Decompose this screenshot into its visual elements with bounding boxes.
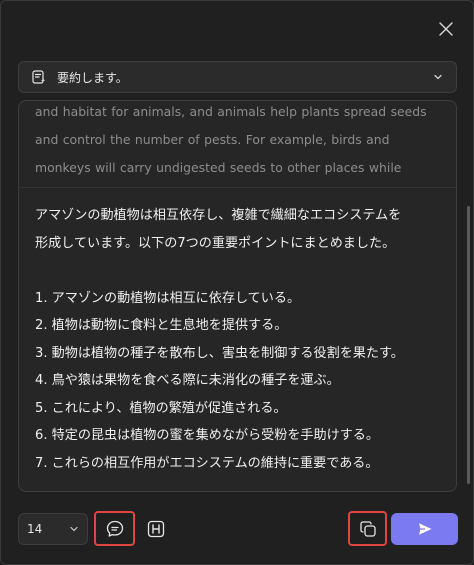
summary-point: 6. 特定の昆虫は植物の蜜を集めながら受粉を手助けする。 bbox=[35, 428, 379, 443]
summary-intro-line: 形成しています。以下の7つの重要ポイントにまとめました。 bbox=[35, 235, 396, 251]
summary-dialog: 要約します。 and habitat for animals, and anim… bbox=[0, 0, 474, 565]
font-size-value: 14 bbox=[27, 522, 43, 536]
summary-intro-line: アマゾンの動植物は相互依存し、複雑で繊細なエコシステムを bbox=[35, 208, 402, 223]
font-size-select[interactable]: 14 bbox=[18, 513, 88, 545]
summary-point: 1. アマゾンの動植物は相互に依存している。 bbox=[35, 290, 301, 306]
content-panel: and habitat for animals, and animals hel… bbox=[18, 100, 457, 492]
summary-blank-line bbox=[35, 257, 440, 285]
summary-point: 2. 植物は動物に食料と生息地を提供する。 bbox=[35, 318, 288, 333]
send-button[interactable] bbox=[391, 513, 458, 545]
copy-button[interactable] bbox=[348, 511, 387, 546]
prompt-select[interactable]: 要約します。 bbox=[18, 61, 457, 93]
chevron-down-icon bbox=[434, 74, 442, 80]
close-icon bbox=[439, 22, 453, 36]
chevron-down-icon bbox=[70, 526, 78, 532]
prompt-select-value: 要約します。 bbox=[57, 70, 128, 85]
summary-output[interactable]: アマゾンの動植物は相互依存し、複雑で繊細なエコシステムを 形成しています。以下の… bbox=[19, 189, 456, 491]
heading-h-icon bbox=[147, 520, 165, 538]
summary-point: 5. これにより、植物の繁殖が促進される。 bbox=[35, 400, 287, 416]
chat-button[interactable] bbox=[94, 511, 135, 546]
heading-button[interactable] bbox=[138, 513, 174, 545]
source-text-area[interactable]: and habitat for animals, and animals hel… bbox=[19, 101, 456, 188]
summary-scrollbar[interactable] bbox=[467, 206, 470, 484]
copy-icon bbox=[359, 520, 376, 537]
send-icon bbox=[418, 523, 431, 535]
chat-bubble-icon bbox=[106, 520, 123, 537]
summary-point: 4. 鳥や猿は果物を食べる際に未消化の種子を運ぶ。 bbox=[35, 373, 340, 388]
summary-point: 7. これらの相互作用がエコシステムの維持に重要である。 bbox=[35, 455, 379, 471]
source-text: and habitat for animals, and animals hel… bbox=[35, 104, 427, 175]
summary-point: 3. 動物は植物の種子を散布し、害虫を制御する役割を果たす。 bbox=[35, 345, 404, 361]
close-button[interactable] bbox=[437, 20, 455, 38]
document-sparkle-icon bbox=[32, 70, 46, 84]
